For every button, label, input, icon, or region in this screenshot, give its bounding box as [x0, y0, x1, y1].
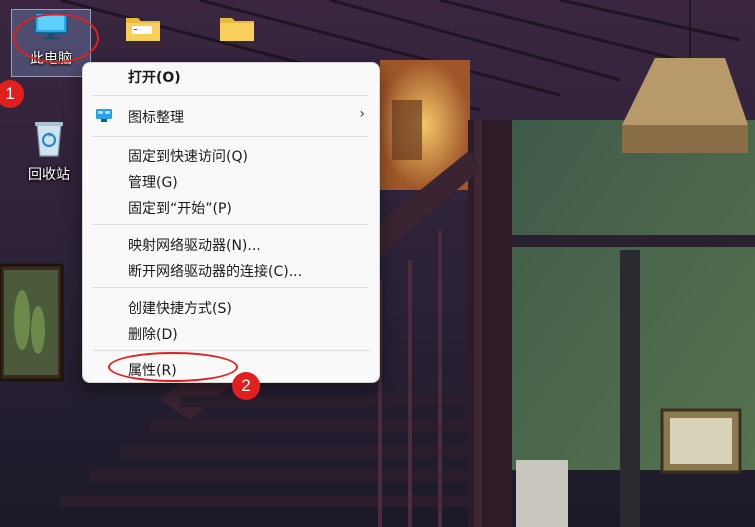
desktop-icon-recycle-bin[interactable]: 回收站: [10, 120, 88, 186]
menu-separator: [93, 224, 369, 225]
recycle-bin-icon: [10, 120, 88, 162]
menu-item-label: 图标整理: [128, 110, 184, 126]
menu-item-disconnect-network-drive[interactable]: 断开网络驱动器的连接(C)...: [83, 257, 379, 283]
menu-item-label: 打开(O): [128, 70, 181, 86]
menu-item-label: 固定到“开始”(P): [128, 201, 232, 217]
folder-icon: [104, 12, 182, 48]
annotation-circle-properties: [108, 352, 238, 382]
menu-item-label: 管理(G): [128, 175, 178, 191]
desktop-icon-folder[interactable]: [104, 12, 182, 52]
menu-item-label: 删除(D): [128, 327, 178, 343]
menu-separator: [93, 95, 369, 96]
desktop-icon-label: 回收站: [28, 167, 70, 183]
menu-item-label: 断开网络驱动器的连接(C)...: [128, 264, 303, 280]
menu-item-delete[interactable]: 删除(D): [83, 320, 379, 346]
menu-separator: [93, 350, 369, 351]
menu-item-label: 创建快捷方式(S): [128, 301, 232, 317]
menu-item-label: 固定到快速访问(Q): [128, 149, 248, 165]
menu-item-open[interactable]: 打开(O): [83, 63, 379, 89]
menu-separator: [93, 136, 369, 137]
menu-item-label: 映射网络驱动器(N)...: [128, 238, 261, 254]
menu-item-arrange-icons[interactable]: 图标整理 ›: [83, 103, 379, 129]
chevron-right-icon: ›: [359, 106, 365, 122]
menu-item-manage[interactable]: 管理(G): [83, 168, 379, 194]
context-menu: 打开(O) 图标整理 › 固定到快速访问(Q) 管理(G) 固定到“开始”(P)…: [82, 62, 380, 383]
menu-item-pin-quick-access[interactable]: 固定到快速访问(Q): [83, 142, 379, 168]
annotation-step-badge: 2: [232, 372, 260, 400]
desktop-icon-folder[interactable]: [198, 12, 276, 52]
menu-item-map-network-drive[interactable]: 映射网络驱动器(N)...: [83, 231, 379, 257]
menu-item-create-shortcut[interactable]: 创建快捷方式(S): [83, 294, 379, 320]
menu-item-pin-start[interactable]: 固定到“开始”(P): [83, 194, 379, 220]
arrange-icons-icon: [95, 108, 113, 128]
menu-separator: [93, 287, 369, 288]
annotation-circle-this-pc: [13, 13, 99, 63]
folder-icon: [198, 12, 276, 48]
